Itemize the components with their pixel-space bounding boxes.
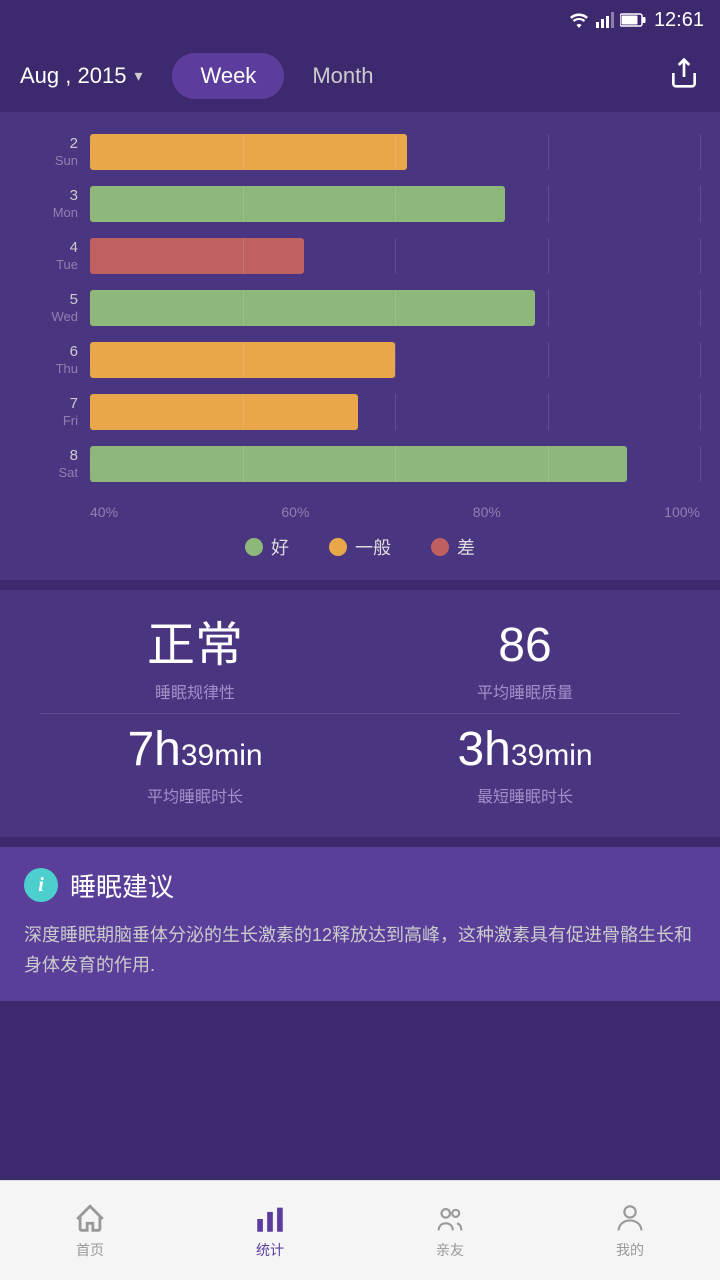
bar-fill	[90, 238, 304, 274]
month-tab[interactable]: Month	[284, 53, 401, 99]
stats-area: 正常 睡眠规律性 86 平均睡眠质量 7h39min 平均睡眠时长 3h39mi…	[0, 590, 720, 837]
advice-text: 深度睡眠期脑垂体分泌的生长激素的12释放达到高峰，这种激素具有促进骨骼生长和身体…	[24, 920, 696, 981]
min-h: 3h	[457, 723, 510, 776]
bar-fill	[90, 186, 505, 222]
legend-dot	[329, 538, 347, 556]
avg-h: 7h	[127, 723, 180, 776]
x-axis-label: 100%	[664, 504, 700, 520]
chart-area: 2Sun 3Mon 4Tue 5Wed 6Thu 7Fri 8Sat 40% 60% 80% 10…	[0, 112, 720, 580]
chart-inner: 2Sun 3Mon 4Tue 5Wed 6Thu 7Fri 8Sat 40% 60% 80% 10…	[20, 132, 700, 520]
battery-icon	[620, 13, 646, 27]
stat-avg-duration: 7h39min 平均睡眠时长	[40, 724, 350, 807]
bottom-nav: 首页 统计 亲友 我的	[0, 1180, 720, 1280]
status-time: 12:61	[654, 9, 704, 32]
nav-label-friends: 亲友	[436, 1240, 464, 1260]
bar-day-label: 4Tue	[20, 238, 90, 274]
stats-grid-2: 7h39min 平均睡眠时长 3h39min 最短睡眠时长	[40, 724, 680, 807]
bar-container	[90, 446, 700, 482]
mine-icon	[613, 1202, 647, 1236]
bar-day-label: 3Mon	[20, 186, 90, 222]
min-min: 39min	[511, 739, 593, 772]
bar-fill	[90, 134, 407, 170]
nav-label-home: 首页	[76, 1240, 104, 1260]
bar-row: 5Wed	[20, 288, 700, 328]
bar-row: 6Thu	[20, 340, 700, 380]
advice-title-row: i 睡眠建议	[24, 867, 696, 904]
header: Aug , 2015 ▾ Week Month	[0, 40, 720, 112]
date-label: Aug , 2015	[20, 63, 126, 89]
stats-grid: 正常 睡眠规律性 86 平均睡眠质量	[40, 620, 680, 703]
advice-section: i 睡眠建议 深度睡眠期脑垂体分泌的生长激素的12释放达到高峰，这种激素具有促进…	[0, 847, 720, 1001]
status-icons	[568, 12, 646, 28]
nav-item-mine[interactable]: 我的	[540, 1202, 720, 1260]
wifi-icon	[568, 12, 590, 28]
quality-label: 平均睡眠质量	[370, 679, 680, 703]
bar-day-label: 2Sun	[20, 134, 90, 170]
stat-min-duration: 3h39min 最短睡眠时长	[370, 724, 680, 807]
bar-row: 4Tue	[20, 236, 700, 276]
bar-chart: 2Sun 3Mon 4Tue 5Wed 6Thu 7Fri 8Sat	[20, 132, 700, 484]
legend-label: 一般	[355, 534, 391, 560]
min-duration-label: 最短睡眠时长	[370, 783, 680, 807]
x-axis-label: 80%	[473, 504, 501, 520]
tab-group: Week Month	[172, 53, 401, 99]
signal-icon	[596, 12, 614, 28]
nav-item-stats[interactable]: 统计	[180, 1202, 360, 1260]
nav-item-friends[interactable]: 亲友	[360, 1202, 540, 1260]
bar-fill	[90, 290, 535, 326]
legend: 好 一般 差	[20, 520, 700, 570]
avg-duration-value: 7h39min	[40, 724, 350, 777]
bar-container	[90, 342, 700, 378]
bar-fill	[90, 394, 358, 430]
x-axis-label: 40%	[90, 504, 118, 520]
x-axis: 40% 60% 80% 100%	[20, 496, 700, 520]
x-axis-label: 60%	[281, 504, 309, 520]
regularity-value: 正常	[40, 620, 350, 673]
legend-dot	[431, 538, 449, 556]
home-icon	[73, 1202, 107, 1236]
share-button[interactable]	[668, 57, 700, 96]
divider	[40, 713, 680, 714]
nav-item-home[interactable]: 首页	[0, 1202, 180, 1260]
legend-item: 差	[431, 534, 475, 560]
bar-fill	[90, 446, 627, 482]
bar-row: 2Sun	[20, 132, 700, 172]
nav-label-stats: 统计	[256, 1240, 284, 1260]
legend-item: 好	[245, 534, 289, 560]
stat-quality: 86 平均睡眠质量	[370, 620, 680, 703]
regularity-label: 睡眠规律性	[40, 679, 350, 703]
friends-icon	[433, 1202, 467, 1236]
avg-min: 39min	[181, 739, 263, 772]
status-bar: 12:61	[0, 0, 720, 40]
legend-label: 差	[457, 534, 475, 560]
legend-dot	[245, 538, 263, 556]
advice-title-text: 睡眠建议	[70, 867, 174, 904]
bar-day-label: 7Fri	[20, 394, 90, 430]
bar-day-label: 6Thu	[20, 342, 90, 378]
bar-container	[90, 134, 700, 170]
stats-icon	[253, 1202, 287, 1236]
bar-container	[90, 238, 700, 274]
bar-row: 8Sat	[20, 444, 700, 484]
week-tab[interactable]: Week	[172, 53, 284, 99]
bar-container	[90, 290, 700, 326]
bar-container	[90, 186, 700, 222]
quality-value: 86	[370, 620, 680, 673]
date-arrow: ▾	[134, 66, 142, 86]
advice-icon: i	[24, 868, 58, 902]
bar-day-label: 5Wed	[20, 290, 90, 326]
bar-day-label: 8Sat	[20, 446, 90, 482]
bar-container	[90, 394, 700, 430]
bar-row: 3Mon	[20, 184, 700, 224]
legend-label: 好	[271, 534, 289, 560]
date-selector[interactable]: Aug , 2015 ▾	[20, 63, 142, 89]
min-duration-value: 3h39min	[370, 724, 680, 777]
legend-item: 一般	[329, 534, 391, 560]
avg-duration-label: 平均睡眠时长	[40, 783, 350, 807]
nav-label-mine: 我的	[616, 1240, 644, 1260]
bar-row: 7Fri	[20, 392, 700, 432]
stat-regularity: 正常 睡眠规律性	[40, 620, 350, 703]
